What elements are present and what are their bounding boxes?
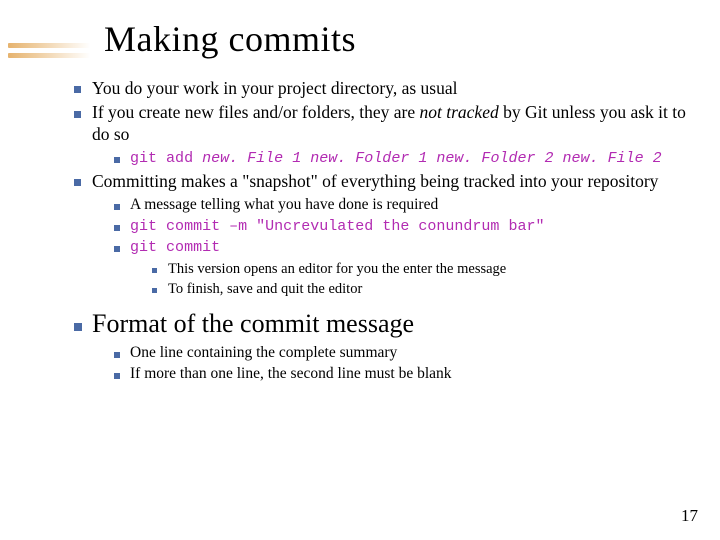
bullet-text: One line containing the complete summary [130, 344, 397, 361]
code-args: new. File 1 new. Folder 1 new. Folder 2 … [202, 149, 662, 167]
code-text: git commit [130, 238, 220, 256]
bullet-text: Committing makes a "snapshot" of everyth… [92, 171, 658, 191]
sub-bullet-item: One line containing the complete summary [110, 344, 690, 363]
bullet-text: If more than one line, the second line m… [130, 365, 452, 382]
slide: Making commits You do your work in your … [0, 0, 720, 540]
bullet-item: If you create new files and/or folders, … [70, 102, 690, 168]
bullet-text-emph: not tracked [420, 102, 499, 122]
bullet-heading: Format of the commit message One line co… [70, 308, 690, 384]
bullet-text: Format of the commit message [92, 309, 414, 338]
sub-list: git add new. File 1 new. Folder 1 new. F… [110, 149, 690, 168]
sub-bullet-item: If more than one line, the second line m… [110, 365, 690, 384]
decoration-bar [8, 53, 92, 58]
bullet-text: This version opens an editor for you the… [168, 261, 506, 277]
sub-bullet-item: git commit –m "Uncrevulated the conundru… [110, 217, 690, 236]
sub-sub-bullet-item: This version opens an editor for you the… [148, 261, 690, 279]
bullet-list: You do your work in your project directo… [70, 78, 690, 384]
bullet-text: You do your work in your project directo… [92, 78, 458, 98]
bullet-text: A message telling what you have done is … [130, 196, 438, 213]
code-text: git add new. File 1 new. Folder 1 new. F… [130, 149, 662, 167]
sub-sub-list: This version opens an editor for you the… [148, 261, 690, 298]
page-number: 17 [681, 506, 698, 526]
sub-list: A message telling what you have done is … [110, 196, 690, 298]
title-decoration [0, 43, 92, 58]
bullet-text-part: If you create new files and/or folders, … [92, 102, 420, 122]
slide-content: You do your work in your project directo… [0, 60, 720, 384]
bullet-text: To finish, save and quit the editor [168, 281, 362, 297]
sub-bullet-item: git commit This version opens an editor … [110, 238, 690, 298]
bullet-item: You do your work in your project directo… [70, 78, 690, 99]
title-row: Making commits [0, 0, 720, 60]
slide-title: Making commits [104, 18, 356, 60]
sub-sub-bullet-item: To finish, save and quit the editor [148, 281, 690, 299]
code-cmd: git add [130, 149, 202, 167]
bullet-item: Committing makes a "snapshot" of everyth… [70, 171, 690, 298]
sub-bullet-item: A message telling what you have done is … [110, 196, 690, 215]
sub-bullet-item: git add new. File 1 new. Folder 1 new. F… [110, 149, 690, 168]
sub-list: One line containing the complete summary… [110, 344, 690, 384]
code-text: git commit –m "Uncrevulated the conundru… [130, 217, 545, 235]
decoration-bar [8, 43, 92, 48]
